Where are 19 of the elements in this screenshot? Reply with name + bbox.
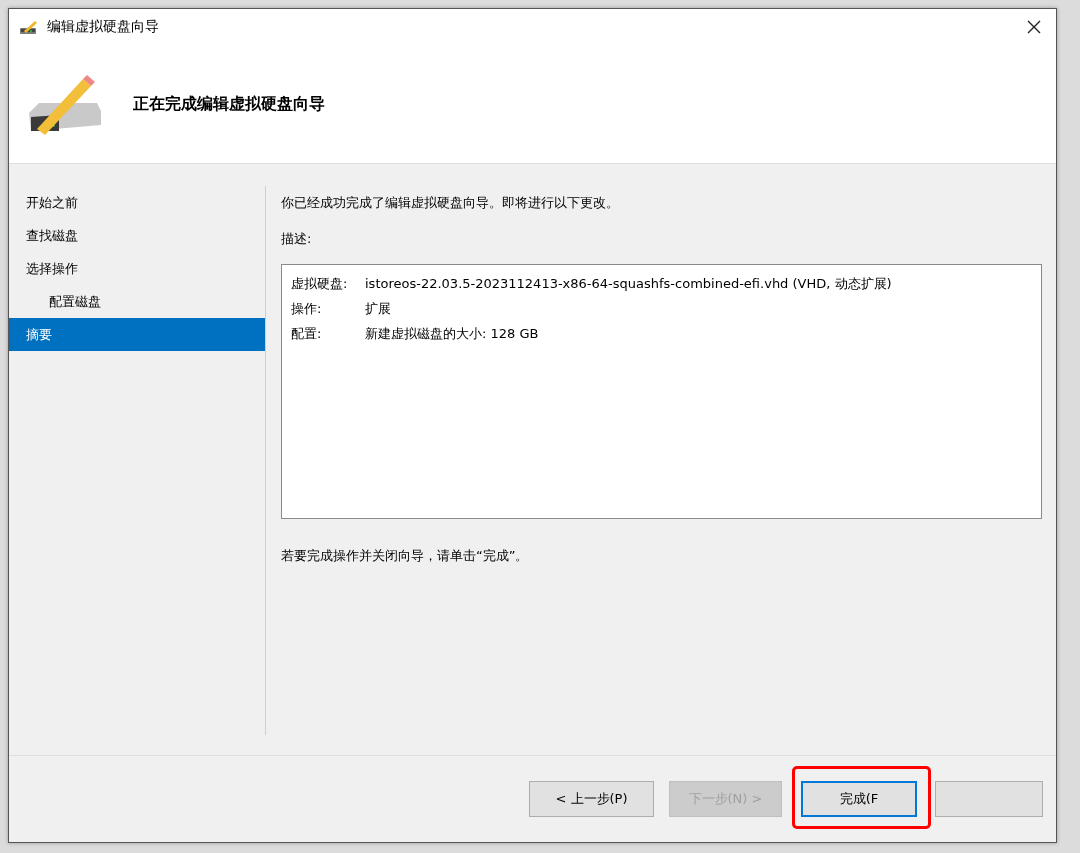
step-item[interactable]: 摘要 bbox=[9, 318, 265, 351]
description-label: 描述: bbox=[281, 230, 313, 248]
summary-key: 操作: bbox=[291, 299, 365, 318]
wizard-button[interactable]: 完成(F bbox=[801, 781, 917, 817]
step-item[interactable]: 选择操作 bbox=[9, 252, 265, 285]
summary-key: 配置: bbox=[291, 324, 365, 343]
page-heading: 正在完成编辑虚拟硬盘向导 bbox=[133, 93, 325, 115]
step-item[interactable]: 配置磁盘 bbox=[9, 285, 265, 318]
finish-note: 若要完成操作并关闭向导，请单击“完成”。 bbox=[281, 547, 530, 565]
step-item[interactable]: 开始之前 bbox=[9, 186, 265, 219]
summary-value: 扩展 bbox=[365, 299, 391, 318]
summary-value: 新建虚拟磁盘的大小: 128 GB bbox=[365, 324, 539, 343]
window-title: 编辑虚拟硬盘向导 bbox=[47, 18, 160, 36]
disk-pencil-icon bbox=[19, 19, 39, 35]
step-item[interactable]: 查找磁盘 bbox=[9, 219, 265, 252]
wizard-button[interactable]: < 上一步(P) bbox=[529, 781, 654, 817]
intro-text: 你已经成功完成了编辑虚拟硬盘向导。即将进行以下更改。 bbox=[281, 194, 620, 212]
summary-value: istoreos-22.03.5-2023112413-x86-64-squashfs-combined-efi.vhd (VHD, 动态扩展) bbox=[365, 274, 892, 293]
summary-key: 虚拟硬盘: bbox=[291, 274, 365, 293]
